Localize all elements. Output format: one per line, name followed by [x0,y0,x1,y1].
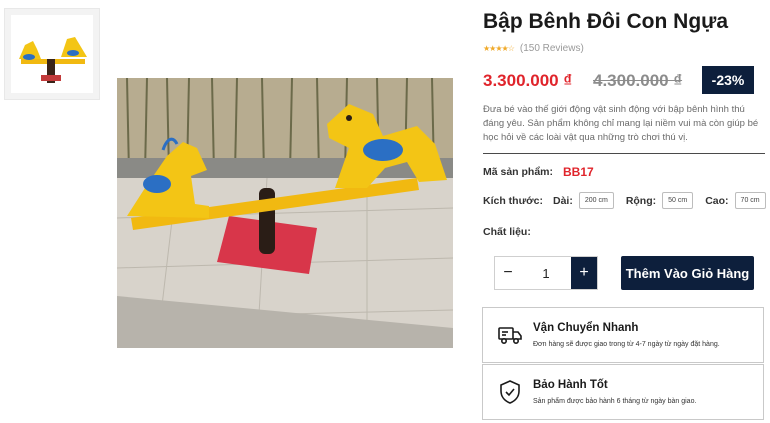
width-label: Rộng: [625,194,657,207]
decrease-quantity-button[interactable]: − [495,257,521,289]
quantity-input[interactable]: 1 [521,257,571,289]
thumbnail-image [11,15,93,93]
shipping-title: Vận Chuyển Nhanh [533,322,639,334]
original-price: 4.300.000 ₫ [593,71,683,90]
width-value: 50 cm [662,192,694,209]
truck-icon [497,322,523,348]
divider [483,153,765,154]
product-title: Bập Bênh Đôi Con Ngựa [483,10,729,33]
rating-row: ★★★★☆ (150 Reviews) [483,43,584,54]
shipping-info-box: Vận Chuyển Nhanh Đơn hàng sẽ được giao t… [482,307,764,363]
sku-label: Mã sản phẩm: [483,166,554,178]
height-label: Cao: [705,194,729,207]
review-count[interactable]: (150 Reviews) [520,43,584,54]
sale-price: 3.300.000 ₫ [483,71,573,90]
sku-value: BB17 [563,165,594,179]
add-to-cart-button[interactable]: Thêm Vào Giỏ Hàng [621,256,754,290]
product-main-image [117,78,453,348]
warranty-info-box: Bảo Hành Tốt Sản phẩm được bảo hành 6 th… [482,364,764,420]
material-label: Chất liệu: [483,226,531,238]
length-value: 200 cm [578,192,614,209]
quantity-stepper: − 1 + [494,256,598,290]
rating-stars-icon: ★★★★☆ [483,44,515,53]
product-thumbnail[interactable] [4,8,100,100]
product-description: Đưa bé vào thế giới động vật sinh động v… [483,104,759,143]
shipping-subtitle: Đơn hàng sẽ được giao trong từ 4-7 ngày … [533,341,720,348]
discount-badge: -23% [702,66,754,94]
dimensions-row: Kích thước: Dài: 200 cm Rộng: 50 cm Cao:… [483,192,766,209]
shield-check-icon [497,379,523,405]
size-label: Kích thước: [483,194,543,207]
warranty-subtitle: Sản phẩm được bảo hành 6 tháng từ ngày b… [533,398,697,405]
increase-quantity-button[interactable]: + [571,257,597,289]
warranty-title: Bảo Hành Tốt [533,379,608,391]
height-value: 70 cm [734,192,766,209]
length-label: Dài: [553,194,573,207]
